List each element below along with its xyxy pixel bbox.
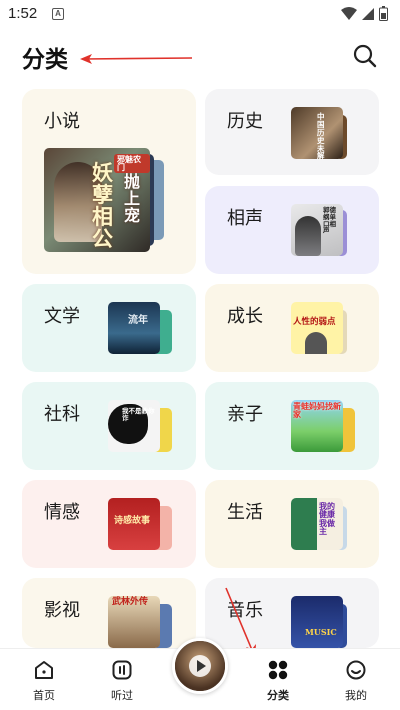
cover-title: 郭德纲单口相声 bbox=[323, 206, 336, 235]
cover-title: MUSIC bbox=[305, 627, 337, 637]
cover-title: 诗感故事 bbox=[114, 516, 151, 526]
category-card-social-science[interactable]: 社科 我不是教你诈 bbox=[22, 382, 196, 470]
category-label: 情感 bbox=[44, 502, 80, 523]
nav-item-history[interactable]: 听过 bbox=[92, 649, 152, 710]
cover-title: 青蛙妈妈找新家 bbox=[293, 401, 341, 420]
category-card-history[interactable]: 历史 中国历史未解之谜 bbox=[205, 89, 379, 175]
search-icon bbox=[353, 44, 377, 68]
nav-label: 分类 bbox=[267, 689, 289, 702]
category-card-literature[interactable]: 文学 流年 bbox=[22, 284, 196, 372]
profile-smile-icon bbox=[346, 660, 366, 680]
cover-title: 人性的弱点 bbox=[293, 317, 336, 327]
listened-icon bbox=[112, 660, 132, 680]
category-label: 社科 bbox=[44, 404, 80, 425]
book-cover: 武林外传 bbox=[108, 596, 160, 648]
category-card-novel[interactable]: 小说 妖孽相公 抛上宠 邪魅农门 bbox=[22, 89, 196, 274]
status-icons bbox=[341, 6, 388, 21]
nav-item-home[interactable]: 首页 bbox=[14, 649, 74, 710]
status-time: 1:52 bbox=[8, 5, 38, 22]
category-label: 历史 bbox=[227, 111, 263, 132]
book-cover: 中国历史未解之谜 bbox=[291, 107, 343, 159]
cover-title: 流年 bbox=[128, 315, 148, 326]
cover-title: 武林外传 bbox=[112, 597, 149, 607]
book-cover: 流年 bbox=[108, 302, 160, 354]
book-cover: 妖孽相公 抛上宠 邪魅农门 bbox=[44, 148, 150, 252]
wifi-icon bbox=[341, 6, 357, 20]
cover-figure bbox=[295, 216, 321, 256]
search-button[interactable] bbox=[352, 43, 378, 69]
cover-subtitle: 抛上宠 bbox=[124, 172, 141, 225]
category-card-emotion[interactable]: 情感 诗感故事 bbox=[22, 480, 196, 568]
status-bar: 1:52 A bbox=[0, 0, 400, 30]
book-cover: 青蛙妈妈找新家 bbox=[291, 400, 343, 452]
category-label: 文学 bbox=[44, 306, 80, 327]
signal-icon bbox=[362, 7, 374, 20]
category-label: 亲子 bbox=[227, 404, 263, 425]
book-cover: 我的健康我做主 bbox=[291, 498, 343, 550]
cover-title: 妖孽相公 bbox=[92, 160, 113, 252]
category-card-growth[interactable]: 成长 人性的弱点 bbox=[205, 284, 379, 372]
now-playing-button[interactable] bbox=[172, 638, 228, 694]
category-label: 成长 bbox=[227, 306, 263, 327]
nav-label: 首页 bbox=[33, 689, 55, 702]
cover-title: 中国历史未解之谜 bbox=[317, 112, 325, 159]
cover-title: 我不是教你诈 bbox=[122, 407, 155, 422]
page-title: 分类 bbox=[22, 47, 68, 73]
book-cover: 我不是教你诈 bbox=[108, 400, 160, 452]
category-card-film-tv[interactable]: 影视 武林外传 bbox=[22, 578, 196, 648]
category-card-parenting[interactable]: 亲子 青蛙妈妈找新家 bbox=[205, 382, 379, 470]
nav-label: 听过 bbox=[111, 689, 133, 702]
category-label: 生活 bbox=[227, 502, 263, 523]
nav-item-mine[interactable]: 我的 bbox=[326, 649, 386, 710]
cover-figure bbox=[305, 332, 327, 354]
category-label: 相声 bbox=[227, 208, 263, 229]
book-cover: 诗感故事 bbox=[108, 498, 160, 550]
book-cover: MUSIC bbox=[291, 596, 343, 648]
book-cover: 人性的弱点 bbox=[291, 302, 343, 354]
nav-item-category[interactable]: 分类 bbox=[248, 649, 308, 710]
nav-label: 我的 bbox=[345, 689, 367, 702]
category-label: 影视 bbox=[44, 600, 80, 621]
category-card-music[interactable]: 音乐 MUSIC bbox=[205, 578, 379, 648]
book-cover: 郭德纲单口相声 bbox=[291, 204, 343, 256]
category-card-life[interactable]: 生活 我的健康我做主 bbox=[205, 480, 379, 568]
cover-title: 我的健康我做主 bbox=[319, 501, 335, 537]
category-label: 音乐 bbox=[227, 600, 263, 621]
play-icon bbox=[189, 655, 211, 677]
cover-tag: 邪魅农门 bbox=[114, 154, 150, 173]
annotation-arrow-title bbox=[80, 54, 193, 64]
battery-icon bbox=[379, 6, 388, 21]
category-grid-icon bbox=[268, 660, 288, 680]
notification-a-icon: A bbox=[52, 8, 64, 20]
home-icon bbox=[35, 661, 53, 679]
category-label: 小说 bbox=[44, 111, 80, 132]
category-card-crosstalk[interactable]: 相声 郭德纲单口相声 bbox=[205, 186, 379, 274]
